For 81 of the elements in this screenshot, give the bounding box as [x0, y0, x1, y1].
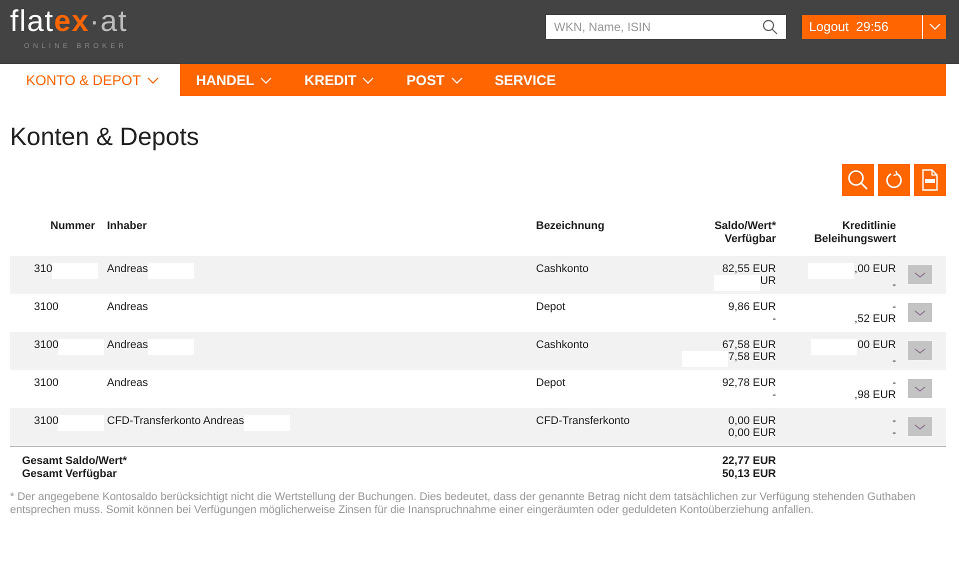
- search-icon: [847, 169, 869, 191]
- row-menu-button[interactable]: [908, 379, 932, 398]
- page-title: Konten & Depots: [10, 122, 200, 152]
- chevron-down-icon: [914, 310, 926, 316]
- search-button[interactable]: [842, 164, 874, 196]
- table-cell: -: [772, 313, 776, 325]
- total-value: 22,77 EUR: [721, 455, 776, 468]
- table-cell: -: [892, 301, 896, 313]
- table-cell-text: 00 EUR: [857, 339, 896, 353]
- chevron-down-icon: [914, 386, 926, 392]
- account-menu-button[interactable]: [922, 15, 946, 39]
- table-cell: -: [772, 389, 776, 401]
- column-header: Inhaber: [107, 220, 148, 233]
- logo-text: flat: [10, 6, 54, 38]
- table-cell-text: ,00 EUR: [854, 263, 896, 277]
- search-field[interactable]: WKN, Name, ISIN: [546, 15, 786, 39]
- table-cell-text: Andreas: [107, 263, 148, 277]
- file-icon: [922, 169, 938, 191]
- table-cell-text: 3100: [34, 301, 58, 315]
- table-cell-text: 310: [34, 263, 52, 277]
- chevron-down-icon: [914, 348, 926, 354]
- table-cell: 82,55 EUR: [722, 263, 776, 275]
- footnote: * Der angegebene Kontosaldo berücksichtigt nicht die Wertstellung der Buchungen. Dies bedeutet, dass der genannte Betrag nicht dem tatsächlichen zur Verfügung stehenden Guthaben entsprechen muss. Somit können bei Verfügungen möglicherweise Zinsen für die Inanspruchnahme einer eingeräumten oder geduldeten Kontoüberziehung anfallen.: [10, 491, 916, 517]
- total-label: Gesamt Saldo/Wert*: [21, 455, 128, 468]
- table-cell-text: Andreas: [107, 339, 148, 353]
- table-cell-text: 3100: [34, 377, 58, 391]
- column-header: Saldo/Wert*: [713, 220, 776, 233]
- table-cell: 0,00 EUR: [728, 427, 776, 439]
- nav-tab[interactable]: SERVICE: [478, 64, 572, 96]
- chevron-down-icon: [260, 76, 272, 84]
- table-cell: 67,58 EUR: [722, 339, 776, 351]
- table-cell: Andreas: [107, 301, 148, 313]
- chevron-down-icon: [914, 424, 926, 430]
- column-header: Kreditlinie: [841, 220, 896, 233]
- table-cell: -: [892, 415, 896, 427]
- row-menu-button[interactable]: [908, 303, 932, 322]
- chevron-down-icon: [450, 76, 463, 84]
- table-cell-text: 3100: [34, 339, 58, 353]
- table-cell: ,98 EUR: [854, 389, 896, 401]
- table-cell: -: [892, 279, 896, 291]
- column-header: Nummer: [49, 220, 95, 233]
- row-menu-button[interactable]: [908, 417, 932, 436]
- table-cell: Depot: [536, 377, 566, 389]
- table-cell-text: 3100: [34, 415, 58, 429]
- total-label: Gesamt Verfügbar: [21, 468, 118, 481]
- table-cell: Depot: [536, 301, 566, 313]
- table-cell-text: CFD-Transferkonto Andreas: [107, 415, 244, 429]
- nav-tab[interactable]: HANDEL: [180, 64, 288, 96]
- table-cell: Cashkonto: [536, 263, 589, 275]
- table-cell: -: [892, 427, 896, 439]
- table-cell: Cashkonto: [536, 339, 589, 351]
- table-cell: 9,86 EUR: [728, 301, 776, 313]
- table-cell: Andreas: [107, 377, 148, 389]
- table-cell: ,52 EUR: [854, 313, 896, 325]
- refresh-button[interactable]: [878, 164, 910, 196]
- table-cell: CFD-Transferkonto: [536, 415, 630, 427]
- logo-text: ·at: [89, 6, 128, 38]
- chevron-down-icon: [914, 272, 926, 278]
- total-value: 50,13 EUR: [721, 468, 776, 481]
- table-cell-text: 7,58 EUR: [728, 351, 776, 365]
- column-header: Verfügbar: [724, 233, 776, 246]
- row-menu-button[interactable]: [908, 265, 932, 284]
- column-header: Bezeichnung: [536, 220, 606, 233]
- chevron-down-icon: [928, 23, 940, 31]
- table-cell: -: [892, 377, 896, 389]
- chevron-down-icon: [362, 76, 374, 84]
- refresh-icon: [884, 170, 904, 190]
- nav-tab[interactable]: POST: [390, 64, 479, 96]
- table-cell-text: UR: [760, 275, 776, 289]
- nav-tab[interactable]: KREDIT: [288, 64, 390, 96]
- logout-button[interactable]: Logout 29:56: [802, 15, 922, 39]
- nav-tab[interactable]: KONTO & DEPOT: [10, 64, 180, 96]
- table-cell: -: [892, 355, 896, 367]
- table-cell: 0,00 EUR: [728, 415, 776, 427]
- table-cell: 92,78 EUR: [722, 377, 776, 389]
- logo-text: ex: [54, 6, 90, 38]
- search-icon: [762, 19, 778, 35]
- chevron-down-icon: [146, 76, 159, 84]
- column-header: Beleihungswert: [813, 233, 896, 246]
- excel-export-button[interactable]: [914, 164, 946, 196]
- row-menu-button[interactable]: [908, 341, 932, 360]
